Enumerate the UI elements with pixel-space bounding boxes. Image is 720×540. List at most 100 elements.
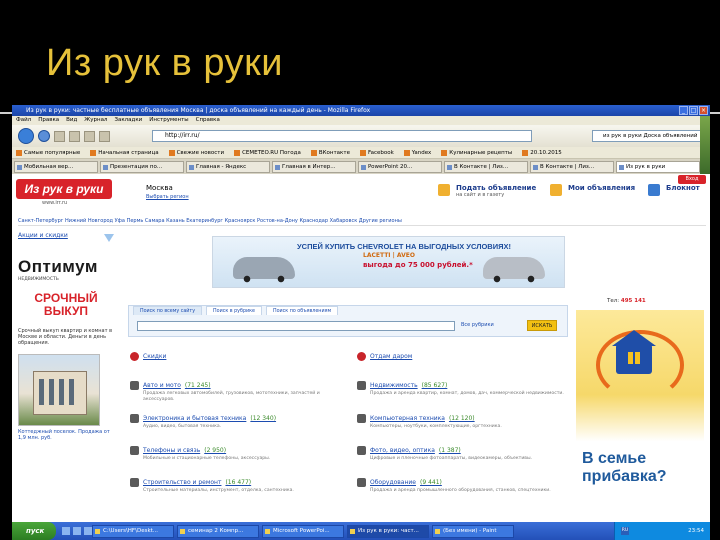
- dropdown-icon[interactable]: [54, 130, 65, 142]
- browser-tab[interactable]: Мобильная вер...: [14, 161, 98, 173]
- post-ad-button[interactable]: Подать объявление на сайт и в газету: [438, 184, 536, 198]
- taskbar-item[interactable]: семинар 2 Компр...: [177, 524, 259, 538]
- menu-file[interactable]: Файл: [16, 116, 31, 125]
- my-ads-label: Мои объявления: [568, 184, 636, 192]
- desktop-icon[interactable]: [62, 527, 70, 535]
- arrow-down-icon: [104, 234, 114, 242]
- search-category-select[interactable]: Все рубрики: [461, 322, 494, 328]
- hammer-icon: [130, 478, 139, 487]
- bookmark-item[interactable]: Начальная страница: [90, 147, 159, 158]
- building-icon: [357, 381, 366, 390]
- discount-icon: [130, 352, 139, 361]
- tv-icon: [130, 414, 139, 423]
- reload-icon[interactable]: [69, 130, 80, 142]
- bookmark-item[interactable]: 20.10.2015: [522, 147, 562, 158]
- browser-tab[interactable]: PowerPoint 20...: [358, 161, 442, 173]
- car-icon: [130, 381, 139, 390]
- optimum-sub: НЕДВИЖИМОСТЬ: [18, 277, 59, 282]
- forward-icon[interactable]: [38, 130, 50, 142]
- menu-view[interactable]: Вид: [66, 116, 77, 125]
- browser-tab[interactable]: В Контакте | Лиз...: [530, 161, 614, 173]
- category-free[interactable]: Отдам даром: [357, 352, 573, 361]
- browser-tab[interactable]: Презентация по...: [100, 161, 184, 173]
- windows-taskbar: пуск C:\Users\HF\Deskt... семинар 2 Комп…: [12, 522, 710, 540]
- category-equipment[interactable]: Оборудование (9 441) Продажа и аренда про…: [357, 478, 573, 494]
- browser-tab[interactable]: Главная в Интер...: [272, 161, 356, 173]
- login-button[interactable]: Вход: [678, 175, 706, 184]
- taskbar-item-active[interactable]: Из рук в руки: част...: [347, 524, 429, 538]
- optimum-logo[interactable]: Оптимум: [18, 257, 114, 277]
- address-bar[interactable]: http://irr.ru/: [152, 130, 532, 142]
- promo-link[interactable]: Акции и скидки: [18, 232, 114, 239]
- category-computers[interactable]: Компьютерная техника (12 120) Компьютеры,…: [357, 414, 573, 430]
- category-realty[interactable]: Недвижимость (85 627) Продажа и аренда кв…: [357, 381, 573, 397]
- search-tab-rubric[interactable]: Поиск в рубрике: [206, 306, 262, 315]
- window-title: Из рук в руки: частные бесплатные объявл…: [26, 107, 371, 114]
- menu-edit[interactable]: Правка: [38, 116, 59, 125]
- home-icon[interactable]: [99, 130, 110, 142]
- bookmark-icon: [310, 149, 317, 156]
- category-auto[interactable]: Авто и мото (71 245) Продажа легковых авт…: [130, 381, 346, 402]
- stop-icon[interactable]: [84, 130, 95, 142]
- camera-icon: [357, 446, 366, 455]
- bookmark-item[interactable]: ВКонтакте: [310, 147, 350, 158]
- start-button[interactable]: пуск: [12, 522, 56, 540]
- house-icon: [612, 330, 656, 374]
- bookmark-icon: [403, 149, 410, 156]
- browser-icon[interactable]: [73, 527, 81, 535]
- site-search-input[interactable]: [137, 321, 455, 331]
- minimize-button[interactable]: _: [679, 106, 688, 115]
- category-discounts[interactable]: Скидки: [130, 352, 346, 361]
- category-photo[interactable]: Фото, видео, оптика (1 387) Цифровые и пл…: [357, 446, 573, 462]
- taskbar-item[interactable]: C:\Users\HF\Deskt...: [92, 524, 174, 538]
- browser-tab-active[interactable]: Из рук в руки: [616, 161, 700, 173]
- my-ads-button[interactable]: Мои объявления: [550, 184, 635, 196]
- chevrolet-banner[interactable]: УСПЕЙ КУПИТЬ CHEVROLET НА ВЫГОДНЫХ УСЛОВ…: [212, 236, 565, 288]
- language-indicator[interactable]: RU: [621, 527, 629, 535]
- search-button[interactable]: ИСКАТЬ: [527, 320, 557, 331]
- window-titlebar: Из рук в руки: частные бесплатные объявл…: [12, 105, 710, 116]
- category-construction[interactable]: Строительство и ремонт (16 477) Строитель…: [130, 478, 346, 494]
- browser-search-input[interactable]: из рук в руки Доска объявлений: [592, 130, 702, 142]
- family-banner-ad[interactable]: В семье прибавка?: [576, 310, 704, 522]
- menu-tools[interactable]: Инструменты: [149, 116, 188, 125]
- phone-icon: [130, 446, 139, 455]
- bookmark-item[interactable]: Facebook: [359, 147, 394, 158]
- bookmark-item[interactable]: Самые популярные: [16, 147, 80, 158]
- urgent-buyout-ad[interactable]: СРОЧНЫЙ ВЫКУП: [18, 292, 114, 318]
- browser-tab[interactable]: Главная - Яндекс: [186, 161, 270, 173]
- choose-region-link[interactable]: Выбрать регион: [146, 194, 189, 200]
- house-ad-image[interactable]: [18, 354, 100, 426]
- back-icon[interactable]: [18, 128, 34, 144]
- family-ad-text: В семье прибавка?: [582, 450, 667, 485]
- bookmark-item[interactable]: Yandex: [403, 147, 431, 158]
- bookmark-icon: [90, 149, 97, 156]
- browser-tab[interactable]: В Контакте | Лиз...: [444, 161, 528, 173]
- close-button[interactable]: ×: [699, 106, 708, 115]
- phone-number: Тел: 495 141: [607, 298, 646, 304]
- taskbar-item[interactable]: (Без имени) - Paint: [432, 524, 514, 538]
- site-logo[interactable]: Из рук в руки: [16, 179, 112, 199]
- menu-bookmarks[interactable]: Закладки: [114, 116, 142, 125]
- divider-right: [710, 112, 720, 114]
- taskbar-item[interactable]: Microsoft PowerPoi...: [262, 524, 344, 538]
- bookmark-item[interactable]: Свежие новости: [168, 147, 224, 158]
- search-tab-all[interactable]: Поиск по всему сайту: [133, 306, 203, 315]
- region-links[interactable]: Санкт-Петербург Нижний Новгород Уфа Перм…: [18, 217, 706, 226]
- bookmark-icon: [168, 149, 175, 156]
- notebook-button[interactable]: Блокнот: [648, 184, 700, 196]
- search-tab-ads[interactable]: Поиск по объявлениям: [265, 306, 339, 315]
- menu-help[interactable]: Справка: [196, 116, 220, 125]
- category-electronics[interactable]: Электроника и бытовая техника (12 340) Ау…: [130, 414, 346, 430]
- category-phones[interactable]: Телефоны и связь (2 950) Мобильные и стац…: [130, 446, 346, 462]
- maximize-button[interactable]: □: [689, 106, 698, 115]
- bookmark-item[interactable]: Кулинарные рецепты: [441, 147, 512, 158]
- media-icon[interactable]: [84, 527, 92, 535]
- bookmark-item[interactable]: CEMETEO.RU Погода: [234, 147, 301, 158]
- house-ad-caption[interactable]: Коттеджный поселок. Продажа от 1,9 млн. …: [18, 429, 114, 441]
- slide: Из рук в руки Из рук в руки: частные бес…: [0, 0, 720, 540]
- car-image: [233, 257, 295, 283]
- menu-history[interactable]: Журнал: [84, 116, 107, 125]
- gear-icon: [357, 478, 366, 487]
- bookmark-icon: [234, 149, 241, 156]
